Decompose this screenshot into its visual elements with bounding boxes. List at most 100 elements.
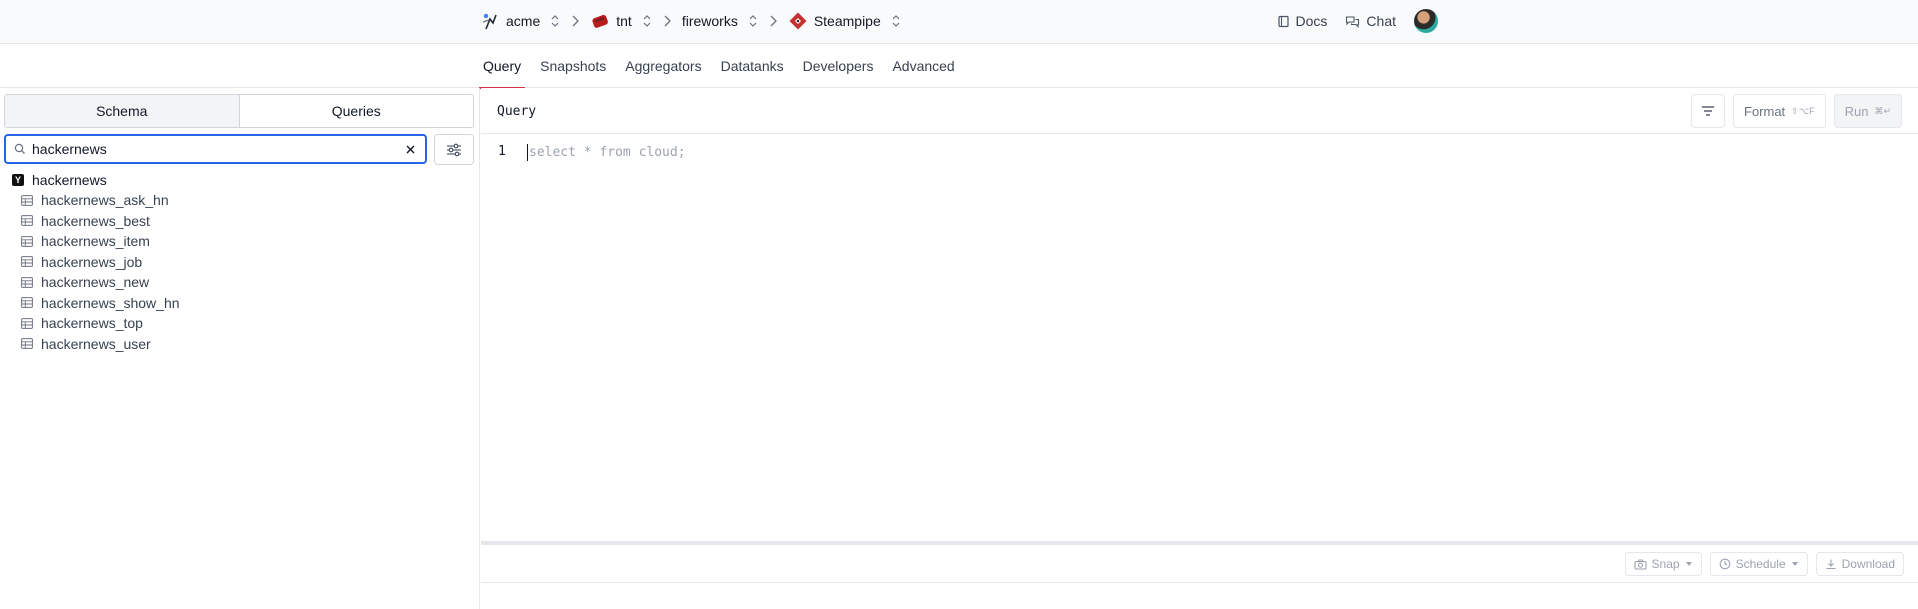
format-shortcut: ⇧⌥F [1791, 105, 1815, 116]
run-label: Run [1844, 103, 1869, 119]
table-icon [21, 215, 33, 227]
tab-datatanks[interactable]: Datatanks [717, 44, 788, 88]
table-icon [21, 338, 33, 350]
table-icon [21, 194, 33, 206]
schema-table-label: hackernews_new [41, 274, 150, 291]
breadcrumb: acme tnt fireworks Steampipe [480, 0, 901, 42]
editor-placeholder: select * from cloud; [527, 144, 686, 161]
schema-queries-toggle: Schema Queries [4, 94, 474, 128]
format-label: Format [1744, 103, 1786, 119]
acme-logo-icon [480, 11, 500, 31]
line-number: 1 [498, 144, 506, 159]
code-editor[interactable]: 1 select * from cloud; [481, 134, 1918, 534]
schema-table-item[interactable]: hackernews_top [12, 313, 472, 334]
clock-icon [1719, 558, 1731, 570]
hackernews-logo-icon: Y [12, 174, 24, 186]
top-header: acme tnt fireworks Steampipe Docs Chat [0, 0, 1918, 44]
run-button[interactable]: Run ⌘↵ [1833, 94, 1902, 128]
breadcrumb-label: tnt [616, 13, 632, 29]
sort-lines-icon [1701, 105, 1715, 117]
chat-bubbles-icon [1345, 15, 1360, 28]
filter-settings-button[interactable] [434, 134, 474, 165]
table-icon [21, 297, 33, 309]
schema-table-item[interactable]: hackernews_job [12, 252, 472, 273]
chevron-updown-icon[interactable] [642, 14, 652, 28]
schema-table-item[interactable]: hackernews_ask_hn [12, 190, 472, 211]
schema-table-label: hackernews_top [41, 315, 143, 332]
schema-table-item[interactable]: hackernews_item [12, 231, 472, 252]
breadcrumb-label: Steampipe [813, 13, 881, 29]
table-icon [21, 276, 33, 288]
chat-link[interactable]: Chat [1345, 13, 1396, 29]
chevron-right-icon [768, 15, 778, 27]
schema-root-label: hackernews [32, 172, 107, 188]
search-input[interactable] [32, 141, 397, 157]
schema-table-item[interactable]: hackernews_best [12, 211, 472, 232]
run-shortcut: ⌘↵ [1874, 105, 1891, 116]
tab-query[interactable]: Query [479, 44, 526, 89]
editor-toolbar: Format ⇧⌥F Run ⌘↵ [1691, 94, 1902, 128]
tnt-logo-icon [590, 11, 610, 31]
toggle-queries[interactable]: Queries [239, 95, 473, 127]
camera-icon [1633, 558, 1647, 570]
schema-table-label: hackernews_user [41, 335, 151, 352]
chat-label: Chat [1366, 13, 1396, 29]
tab-advanced[interactable]: Advanced [888, 44, 958, 88]
caret-down-icon [1685, 561, 1693, 567]
avatar[interactable] [1414, 9, 1438, 33]
schema-table-label: hackernews_best [41, 212, 150, 229]
schema-tree: Y hackernews hackernews_ask_hn hackernews… [12, 170, 472, 354]
schema-table-item[interactable]: hackernews_user [12, 334, 472, 355]
chevron-updown-icon[interactable] [550, 14, 560, 28]
clear-search-icon[interactable] [403, 142, 417, 156]
sort-button[interactable] [1691, 94, 1725, 128]
snap-label: Snap [1651, 557, 1680, 571]
download-label: Download [1841, 557, 1895, 571]
docs-link[interactable]: Docs [1277, 13, 1328, 29]
breadcrumb-label: fireworks [681, 13, 738, 29]
schema-table-label: hackernews_ask_hn [41, 192, 169, 209]
schema-table-item[interactable]: hackernews_show_hn [12, 293, 472, 314]
breadcrumb-label: acme [506, 13, 541, 29]
chevron-updown-icon[interactable] [748, 14, 758, 28]
search-icon [14, 143, 26, 155]
schema-search [4, 134, 427, 164]
results-toolbar: Snap Schedule Download [481, 545, 1918, 583]
breadcrumb-project-fireworks[interactable]: fireworks [682, 13, 758, 29]
chevron-updown-icon[interactable] [891, 14, 901, 28]
breadcrumb-app-steampipe[interactable]: Steampipe [788, 11, 901, 31]
download-icon [1825, 558, 1837, 570]
tab-developers[interactable]: Developers [799, 44, 878, 88]
schema-table-label: hackernews_show_hn [41, 294, 180, 311]
sliders-icon [446, 143, 462, 157]
steampipe-logo-icon [788, 11, 808, 31]
book-icon [1277, 15, 1290, 28]
chevron-right-icon [662, 15, 672, 27]
header-actions: Docs Chat [1277, 0, 1438, 42]
query-editor-panel: Query Format ⇧⌥F Run ⌘↵ 1 select * from … [481, 88, 1918, 609]
schema-table-item[interactable]: hackernews_new [12, 272, 472, 293]
breadcrumb-workspace-tnt[interactable]: tnt [590, 11, 652, 31]
snap-button[interactable]: Snap [1624, 552, 1702, 576]
main-nav: Query Snapshots Aggregators Datatanks De… [0, 44, 1918, 89]
table-icon [21, 256, 33, 268]
schema-root-hackernews[interactable]: Y hackernews [12, 170, 472, 190]
schedule-label: Schedule [1735, 557, 1786, 571]
schedule-button[interactable]: Schedule [1709, 552, 1808, 576]
editor-header: Query Format ⇧⌥F Run ⌘↵ [481, 88, 1918, 134]
toggle-schema[interactable]: Schema [5, 95, 240, 127]
download-button[interactable]: Download [1815, 552, 1904, 576]
schema-table-label: hackernews_job [41, 253, 143, 270]
table-icon [21, 235, 33, 247]
breadcrumb-org-acme[interactable]: acme [480, 11, 560, 31]
table-icon [21, 317, 33, 329]
editor-title: Query [497, 103, 537, 119]
caret-down-icon [1791, 561, 1799, 567]
tab-snapshots[interactable]: Snapshots [536, 44, 610, 88]
tab-aggregators[interactable]: Aggregators [621, 44, 705, 88]
format-button[interactable]: Format ⇧⌥F [1733, 94, 1826, 128]
schema-table-label: hackernews_item [41, 233, 150, 250]
chevron-right-icon [570, 15, 580, 27]
docs-label: Docs [1295, 13, 1328, 29]
schema-sidebar: Schema Queries Y hackernews hackernews_a… [0, 88, 480, 609]
